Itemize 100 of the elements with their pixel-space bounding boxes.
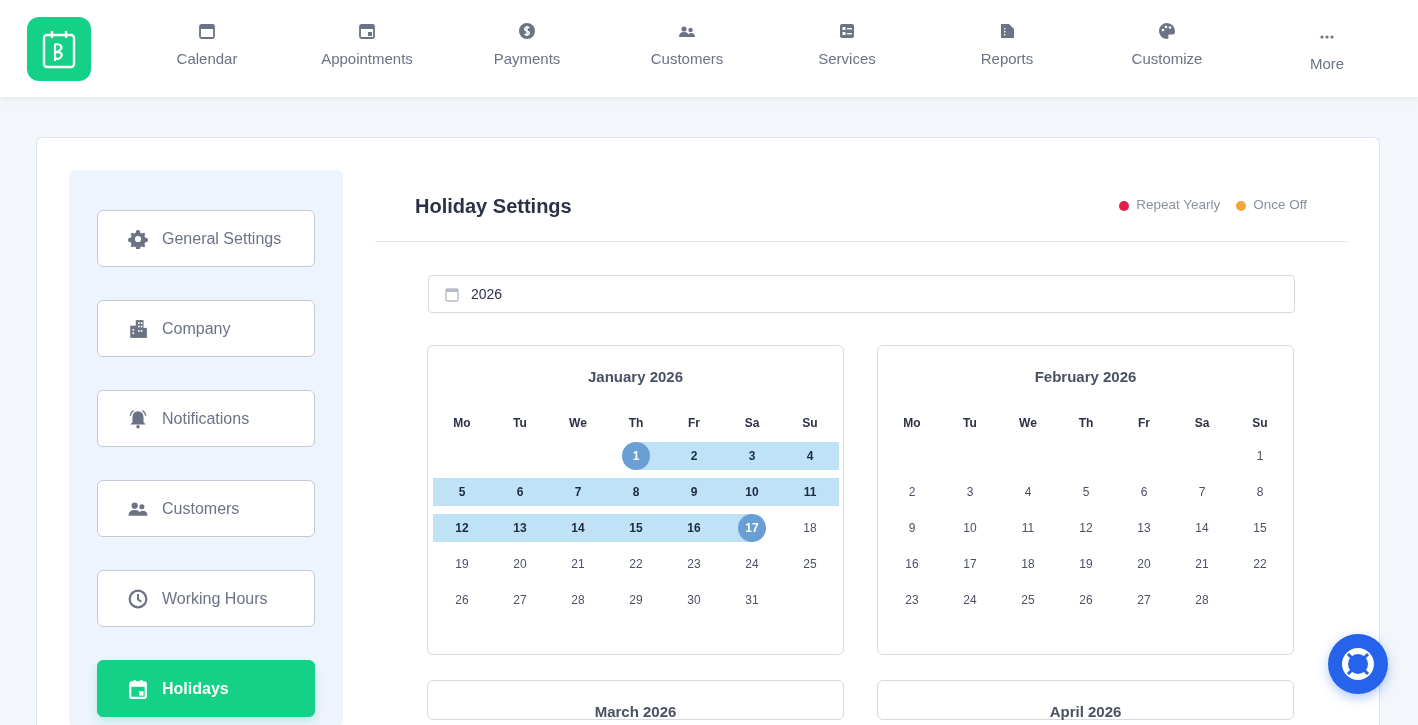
range-end-marker: 1 — [622, 442, 650, 470]
range-day-cell[interactable]: 7 — [549, 478, 607, 506]
day-cell[interactable]: 4 — [999, 478, 1057, 506]
month-title: April 2026 — [1048, 703, 1123, 721]
day-cell[interactable]: 3 — [941, 478, 999, 506]
day-cell[interactable]: 11 — [999, 514, 1057, 542]
more-icon — [1320, 34, 1334, 39]
day-cell[interactable]: 15 — [1231, 514, 1289, 542]
day-cell[interactable]: 29 — [607, 586, 665, 614]
range-day-cell[interactable]: 11 — [781, 478, 839, 506]
day-cell[interactable]: 10 — [941, 514, 999, 542]
building-icon — [128, 318, 148, 339]
day-cell[interactable]: 22 — [607, 550, 665, 578]
day-cell[interactable]: 22 — [1231, 550, 1289, 578]
sidebar-item[interactable]: General Settings — [97, 210, 315, 267]
day-cell[interactable]: 28 — [549, 586, 607, 614]
day-cell[interactable]: 19 — [1057, 550, 1115, 578]
day-cell[interactable]: 20 — [491, 550, 549, 578]
day-cell[interactable]: 30 — [665, 586, 723, 614]
day-cell[interactable]: 24 — [723, 550, 781, 578]
legend-label: Once Off — [1253, 196, 1307, 215]
nav-link[interactable]: Appointments — [287, 21, 447, 76]
sidebar-item[interactable]: Working Hours — [97, 570, 315, 627]
day-cell[interactable]: 27 — [1115, 586, 1173, 614]
day-cell[interactable]: 5 — [1057, 478, 1115, 506]
day-cell[interactable]: 26 — [1057, 586, 1115, 614]
day-cell[interactable]: 13 — [1115, 514, 1173, 542]
day-cell[interactable]: 20 — [1115, 550, 1173, 578]
day-cell[interactable]: 26 — [433, 586, 491, 614]
range-day-cell[interactable]: 9 — [665, 478, 723, 506]
weekday-label: Fr — [1137, 415, 1151, 432]
range-day-cell[interactable]: 4 — [781, 442, 839, 470]
day-cell[interactable]: 16 — [883, 550, 941, 578]
day-cell[interactable]: 17 — [941, 550, 999, 578]
document-icon — [998, 21, 1016, 40]
checklist-icon — [838, 21, 856, 40]
gear-icon — [128, 228, 148, 249]
day-cell[interactable]: 14 — [1173, 514, 1231, 542]
day-cell[interactable]: 23 — [883, 586, 941, 614]
day-cell[interactable]: 1 — [1231, 442, 1289, 470]
calendar-icon — [198, 21, 216, 40]
day-cell[interactable]: 9 — [883, 514, 941, 542]
range-day-cell[interactable]: 2 — [665, 442, 723, 470]
weekday-label: Th — [1077, 415, 1095, 432]
calendar-icon — [358, 21, 376, 40]
page-title: Holiday Settings — [415, 193, 572, 219]
year-field[interactable]: 2026 — [428, 275, 1295, 313]
day-cell[interactable]: 18 — [999, 550, 1057, 578]
nav-link[interactable]: Calendar — [127, 21, 287, 76]
weekday-label: Mo — [452, 415, 472, 432]
nav-link[interactable]: Payments — [447, 21, 607, 76]
range-day-cell[interactable]: 10 — [723, 478, 781, 506]
day-cell[interactable]: 2 — [883, 478, 941, 506]
range-day-cell[interactable]: 12 — [433, 514, 491, 542]
range-day-cell[interactable]: 14 — [549, 514, 607, 542]
nav-link[interactable]: More — [1247, 21, 1407, 76]
month-title: January 2026 — [586, 368, 685, 386]
day-cell[interactable]: 31 — [723, 586, 781, 614]
day-cell[interactable]: 12 — [1057, 514, 1115, 542]
day-cell[interactable]: 25 — [781, 550, 839, 578]
nav-link[interactable]: Reports — [927, 21, 1087, 76]
day-cell[interactable]: 23 — [665, 550, 723, 578]
day-cell[interactable]: 7 — [1173, 478, 1231, 506]
day-cell[interactable]: 21 — [549, 550, 607, 578]
sidebar-item[interactable]: Notifications — [97, 390, 315, 447]
range-day-cell[interactable]: 13 — [491, 514, 549, 542]
weekday-label: Su — [801, 415, 819, 432]
weekday-label: We — [568, 415, 588, 432]
lifebuoy-icon — [1341, 647, 1375, 681]
range-day-cell[interactable]: 5 — [433, 478, 491, 506]
nav-link[interactable]: Customize — [1087, 21, 1247, 76]
weekday-label: Su — [1251, 415, 1269, 432]
range-day-cell[interactable]: 3 — [723, 442, 781, 470]
range-day-cell[interactable]: 6 — [491, 478, 549, 506]
day-cell[interactable]: 28 — [1173, 586, 1231, 614]
weekday-label: Sa — [1193, 415, 1211, 432]
weekday-label: Tu — [512, 415, 528, 432]
legend-label: Repeat Yearly — [1136, 196, 1221, 215]
nav-link[interactable]: Customers — [607, 21, 767, 76]
day-cell[interactable]: 6 — [1115, 478, 1173, 506]
weekday-label: We — [1018, 415, 1038, 432]
day-cell[interactable]: 21 — [1173, 550, 1231, 578]
nav-link[interactable]: Services — [767, 21, 927, 76]
day-cell[interactable]: 8 — [1231, 478, 1289, 506]
day-cell[interactable]: 19 — [433, 550, 491, 578]
weekday-label: Sa — [743, 415, 761, 432]
sidebar-item[interactable]: Company — [97, 300, 315, 357]
day-cell[interactable]: 25 — [999, 586, 1057, 614]
sidebar-item[interactable]: Customers — [97, 480, 315, 537]
range-end-marker: 17 — [738, 514, 766, 542]
range-day-cell[interactable]: 15 — [607, 514, 665, 542]
range-day-cell[interactable]: 16 — [665, 514, 723, 542]
day-cell[interactable]: 18 — [781, 514, 839, 542]
day-cell[interactable]: 24 — [941, 586, 999, 614]
clock-icon — [128, 588, 148, 609]
day-cell[interactable]: 27 — [491, 586, 549, 614]
weekday-label: Fr — [687, 415, 701, 432]
range-day-cell[interactable]: 8 — [607, 478, 665, 506]
weekday-label: Th — [627, 415, 645, 432]
weekday-label: Mo — [902, 415, 922, 432]
